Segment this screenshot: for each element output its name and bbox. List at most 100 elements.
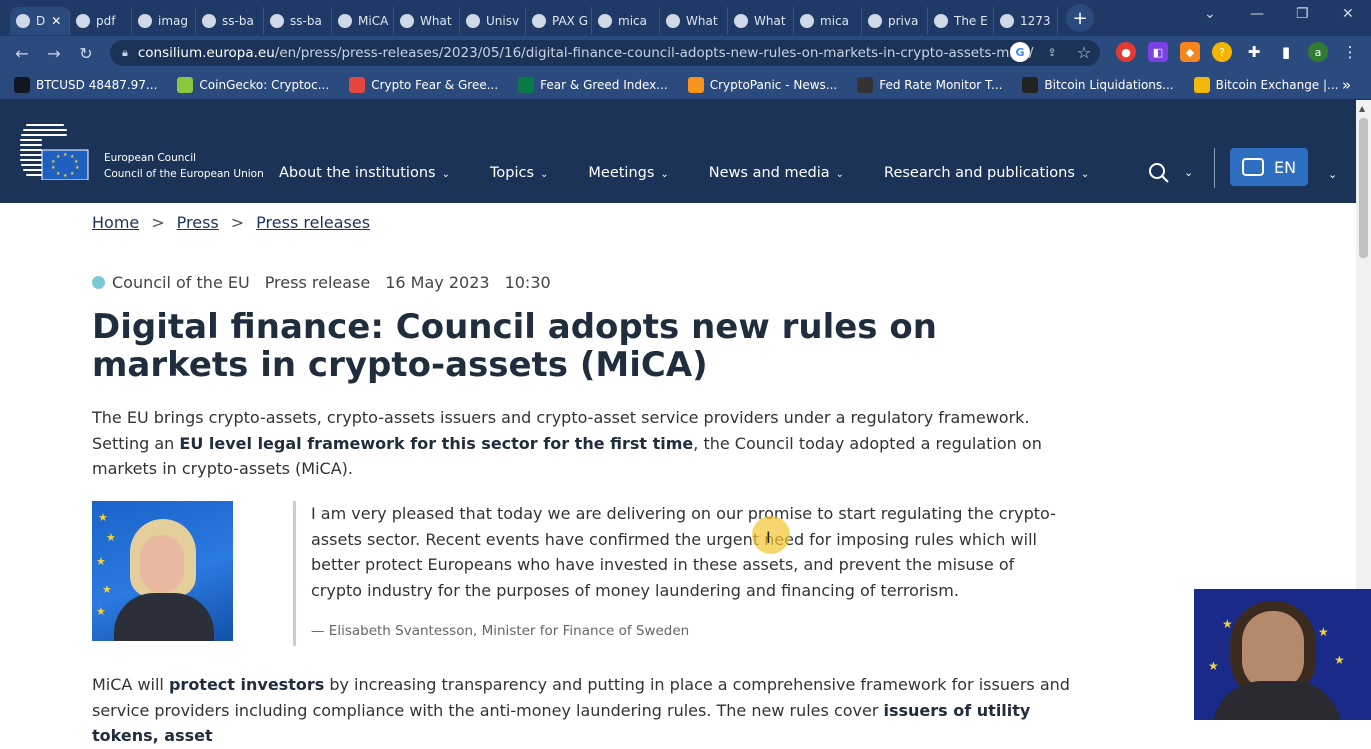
- bookmark-item[interactable]: CoinGecko: Cryptoc...: [177, 76, 329, 93]
- bookmark-item[interactable]: Crypto Fear & Gree...: [349, 76, 498, 93]
- tab-close-icon[interactable]: ✕: [51, 14, 61, 28]
- meta-type: Press release: [264, 273, 371, 292]
- language-chevron-down-icon[interactable]: ⌄: [1328, 168, 1337, 181]
- share-icon[interactable]: ⇪: [1042, 42, 1062, 62]
- breadcrumb-separator: >: [230, 213, 245, 232]
- metamask-icon[interactable]: ◆: [1180, 42, 1200, 62]
- svg-text:★: ★: [56, 154, 61, 160]
- bookmark-favicon-icon: [14, 76, 30, 93]
- nav-item-label: About the institutions: [279, 165, 436, 181]
- nav-item[interactable]: News and media ⌄: [709, 165, 844, 181]
- google-lens-icon[interactable]: G: [1010, 42, 1030, 62]
- bookmark-item[interactable]: Fed Rate Monitor T...: [857, 76, 1002, 93]
- council-logo-icon[interactable]: ★ ★★ ★★★ ★★★ ★: [20, 122, 90, 180]
- tab-favicon-icon: [270, 14, 284, 28]
- bookmark-item[interactable]: CryptoPanic - News...: [687, 76, 837, 93]
- tab-label: PAX G: [552, 14, 589, 28]
- browser-tab[interactable]: D ✕: [10, 7, 70, 35]
- browser-tab[interactable]: ss-ba: [264, 7, 332, 35]
- browser-tab[interactable]: priva: [862, 7, 928, 35]
- bookmarks-overflow-icon[interactable]: »: [1342, 76, 1351, 94]
- bookmark-favicon-icon: [518, 76, 535, 93]
- profile-avatar-icon[interactable]: a: [1308, 42, 1328, 62]
- browser-tab[interactable]: The E: [928, 7, 994, 35]
- back-icon[interactable]: ←: [6, 44, 38, 63]
- lock-icon[interactable]: 🔒︎: [122, 46, 128, 60]
- logo-text[interactable]: European Council Council of the European…: [104, 150, 264, 182]
- body-text-1: MiCA will: [92, 675, 169, 694]
- extension-red-icon[interactable]: ●: [1116, 42, 1136, 62]
- window-close-icon[interactable]: ✕: [1342, 6, 1354, 22]
- bookmark-favicon-icon: [1193, 76, 1210, 93]
- scroll-up-icon[interactable]: ▲: [1359, 104, 1365, 113]
- nav-item-label: Meetings: [588, 165, 655, 181]
- tab-label: Unisv: [486, 14, 520, 28]
- minimize-icon[interactable]: ⌄: [1204, 6, 1216, 22]
- bookmark-favicon-icon: [1022, 76, 1039, 93]
- bookmark-favicon-icon: [177, 76, 194, 93]
- nav-item-label: Topics: [489, 165, 534, 181]
- scrollbar-thumb[interactable]: [1359, 118, 1368, 258]
- nav-item[interactable]: About the institutions ⌄: [279, 165, 450, 181]
- nav-item[interactable]: Topics ⌄: [490, 165, 548, 181]
- quote-text: I am very pleased that today we are deli…: [311, 504, 1056, 600]
- browser-tab[interactable]: What: [660, 7, 728, 35]
- cursor-highlight: [752, 516, 790, 554]
- bookmark-item[interactable]: Bitcoin Exchange |...: [1193, 76, 1339, 93]
- browser-tab[interactable]: ss-ba: [196, 7, 264, 35]
- breadcrumb-press[interactable]: Press: [177, 213, 219, 232]
- bookmark-item[interactable]: BTCUSD 48487.97...: [14, 76, 158, 93]
- address-bar[interactable]: 🔒︎ consilium.europa.eu/en/press/press-re…: [110, 40, 1100, 66]
- browser-tab[interactable]: PAX G: [526, 7, 592, 35]
- side-panel-icon[interactable]: ▮: [1276, 42, 1296, 62]
- extensions-puzzle-icon[interactable]: ✚: [1244, 42, 1264, 62]
- quote-attribution: — Elisabeth Svantesson, Minister for Fin…: [311, 623, 690, 639]
- browser-tab[interactable]: pdf: [70, 7, 132, 35]
- chevron-down-icon: ⌄: [540, 169, 549, 180]
- browser-tab[interactable]: mica: [592, 7, 660, 35]
- bookmark-star-icon[interactable]: ☆: [1074, 42, 1094, 62]
- bookmark-favicon-icon: [349, 76, 366, 93]
- bookmark-item[interactable]: Fear & Greed Index...: [518, 76, 668, 93]
- forward-icon[interactable]: →: [38, 44, 70, 63]
- new-tab-button[interactable]: +: [1066, 4, 1094, 32]
- browser-tab[interactable]: imag: [132, 7, 196, 35]
- search-chevron-down-icon[interactable]: ⌄: [1184, 166, 1193, 179]
- window-maximize-icon[interactable]: ❐: [1296, 6, 1309, 22]
- browser-tab[interactable]: MiCA: [332, 7, 394, 35]
- svg-text:★: ★: [63, 152, 68, 158]
- breadcrumb-home[interactable]: Home: [92, 213, 139, 232]
- tab-label: imag: [158, 14, 188, 28]
- institution-dot-icon: [92, 276, 105, 289]
- search-icon[interactable]: [1148, 162, 1170, 184]
- chevron-down-icon: ⌄: [660, 169, 669, 180]
- reload-icon[interactable]: ↻: [70, 44, 102, 63]
- nav-item[interactable]: Meetings ⌄: [588, 165, 668, 181]
- nav-item[interactable]: Research and publications ⌄: [884, 165, 1089, 181]
- bookmark-item[interactable]: Bitcoin Liquidations...: [1022, 76, 1174, 93]
- browser-tab[interactable]: 1273: [994, 7, 1058, 35]
- tab-favicon-icon: [138, 14, 152, 28]
- browser-tab[interactable]: mica: [794, 7, 862, 35]
- tab-favicon-icon: [666, 14, 680, 28]
- extension-purple-icon[interactable]: ◧: [1148, 42, 1168, 62]
- menu-kebab-icon[interactable]: ⋮: [1340, 42, 1360, 62]
- minister-quote: I am very pleased that today we are deli…: [293, 501, 1063, 646]
- tab-favicon-icon: [202, 14, 216, 28]
- browser-tab[interactable]: What: [394, 7, 460, 35]
- browser-tab[interactable]: Unisv: [460, 7, 526, 35]
- window-minimize-icon[interactable]: —: [1250, 6, 1264, 22]
- lead-bold: EU level legal framework for this sector…: [179, 433, 694, 453]
- browser-tab[interactable]: What: [728, 7, 794, 35]
- extension-coin-icon[interactable]: ?: [1212, 42, 1232, 62]
- tab-favicon-icon: [466, 14, 480, 28]
- language-button[interactable]: EN: [1230, 148, 1308, 186]
- bookmarks-bar: BTCUSD 48487.97... CoinGecko: Cryptoc... C…: [0, 70, 1371, 100]
- tab-label: D: [36, 14, 46, 28]
- tab-label: ss-ba: [290, 14, 322, 28]
- breadcrumb-press-releases[interactable]: Press releases: [256, 213, 370, 232]
- logo-line-2: Council of the European Union: [104, 168, 264, 180]
- tab-label: What: [686, 14, 718, 28]
- text-cursor-icon: I: [766, 528, 771, 547]
- bookmark-label: BTCUSD 48487.97...: [36, 77, 158, 92]
